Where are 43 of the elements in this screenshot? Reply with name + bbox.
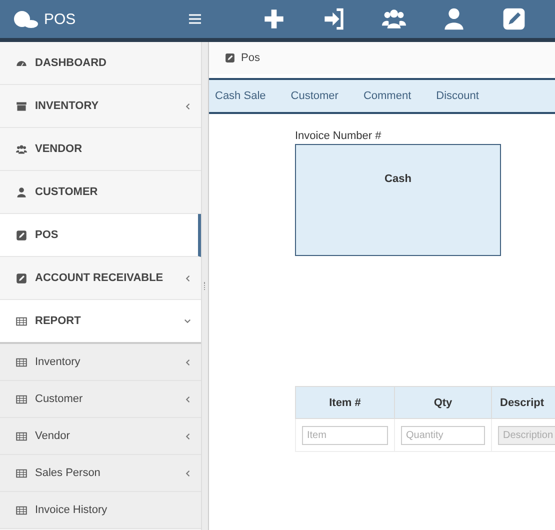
table-icon bbox=[16, 430, 27, 442]
brand-name: POS bbox=[44, 10, 76, 28]
sidebar-item[interactable]: REPORT bbox=[0, 300, 201, 344]
sidebar-subitem[interactable]: Customer bbox=[0, 381, 201, 418]
tab[interactable]: Customer bbox=[290, 90, 352, 102]
sidebar-subitem[interactable]: Sales Person bbox=[0, 455, 201, 492]
sidebar-item[interactable]: INVENTORY bbox=[0, 85, 201, 128]
table-icon bbox=[16, 316, 27, 326]
users-icon bbox=[16, 144, 27, 154]
users-icon[interactable] bbox=[382, 7, 406, 31]
user-icon bbox=[16, 186, 27, 198]
table-icon bbox=[16, 504, 27, 516]
sidebar-subitem[interactable]: Inventory bbox=[0, 344, 201, 381]
input-field[interactable]: Quantity bbox=[401, 426, 485, 445]
sidebar-subitem[interactable]: Invoice History bbox=[0, 492, 201, 529]
breadcrumb-text[interactable]: Pos bbox=[241, 52, 260, 64]
plus-icon[interactable] bbox=[262, 7, 286, 31]
table-icon bbox=[16, 468, 27, 478]
logo-icon bbox=[14, 10, 38, 28]
archive-icon bbox=[16, 100, 27, 112]
tab[interactable]: Cash Sale bbox=[215, 90, 279, 102]
column-header: Qty bbox=[394, 386, 492, 418]
tab[interactable]: Discount bbox=[436, 90, 492, 102]
sidebar-item[interactable]: DASHBOARD bbox=[0, 42, 201, 85]
sign-in-icon[interactable] bbox=[322, 7, 346, 31]
invoice-number-label: Invoice Number # bbox=[295, 130, 382, 142]
column-header: Item # bbox=[296, 386, 394, 418]
table-icon bbox=[16, 356, 27, 368]
edit-icon bbox=[16, 272, 27, 284]
input-field[interactable]: Item bbox=[302, 426, 388, 445]
payment-type-panel: Cash bbox=[295, 144, 501, 256]
menu-icon[interactable] bbox=[189, 14, 201, 24]
table-icon bbox=[16, 394, 27, 404]
splitter-handle[interactable] bbox=[202, 42, 209, 530]
tab[interactable]: Comment bbox=[363, 90, 424, 102]
user-icon[interactable] bbox=[442, 7, 466, 31]
sidebar-item[interactable]: POS bbox=[0, 214, 201, 257]
edit-icon bbox=[16, 230, 27, 240]
edit-icon[interactable] bbox=[502, 7, 526, 31]
sidebar-subitem[interactable]: Vendor bbox=[0, 418, 201, 455]
sidebar-item[interactable]: VENDOR bbox=[0, 128, 201, 171]
edit-icon bbox=[225, 53, 235, 63]
column-header: Descript bbox=[492, 386, 555, 418]
